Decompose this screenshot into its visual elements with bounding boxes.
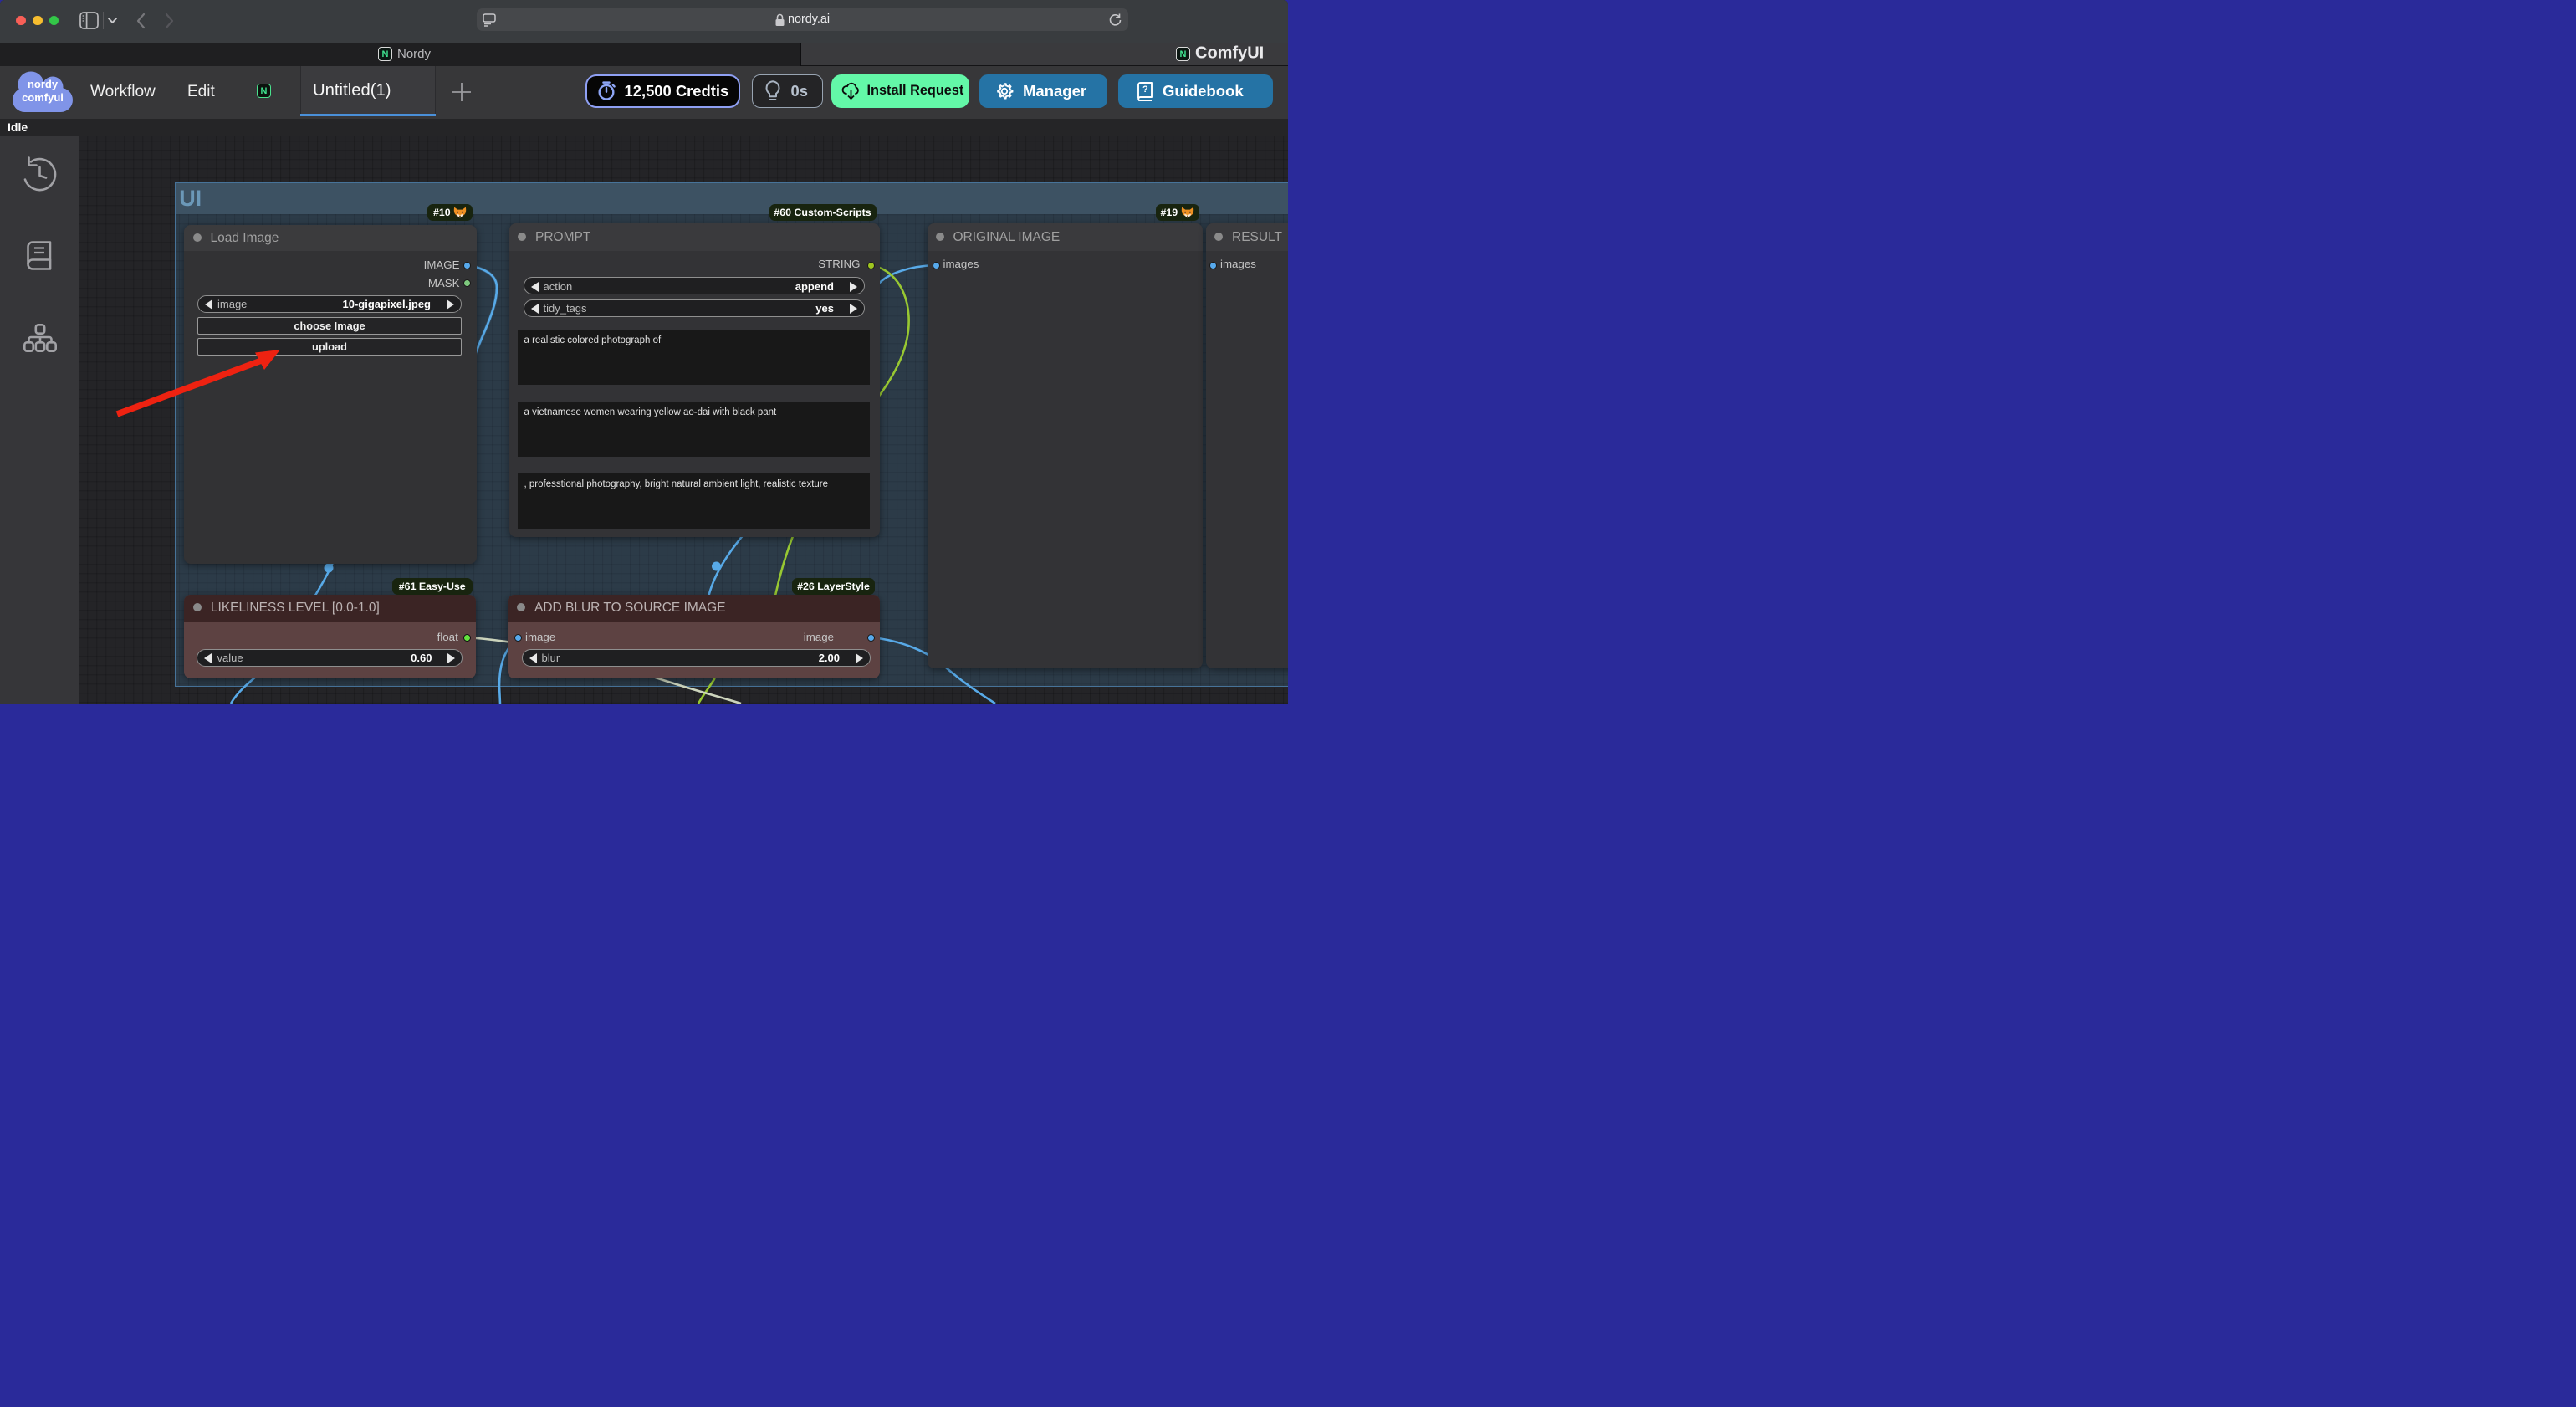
svg-text:?: ? — [1142, 84, 1148, 95]
